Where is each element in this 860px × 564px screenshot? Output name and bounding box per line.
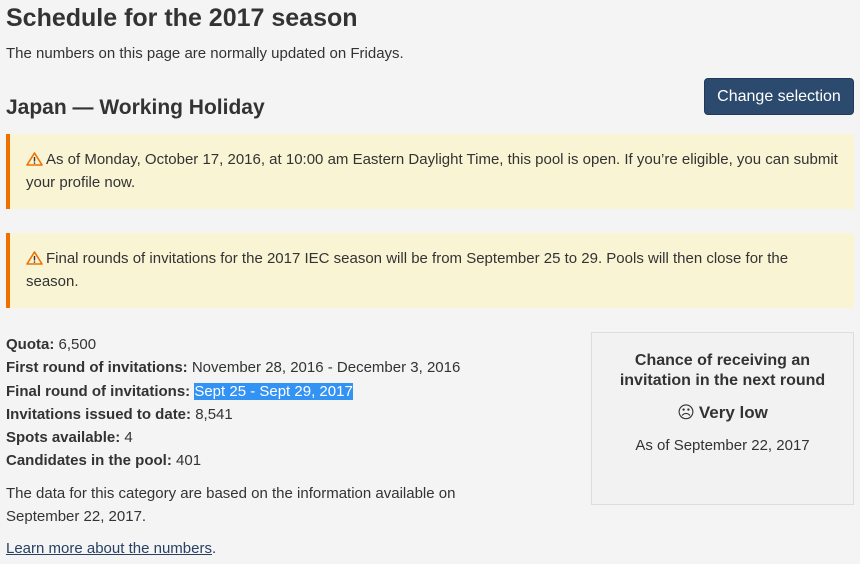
pool-facts: Quota: 6,500 First round of invitations:…: [6, 333, 460, 473]
issued-label: Invitations issued to date:: [6, 405, 192, 423]
issued-value: 8,541: [195, 405, 233, 423]
chance-as-of: As of September 22, 2017: [635, 437, 810, 454]
final-round-value: Sept 25 - Sept 29, 2017: [194, 382, 353, 400]
candidates-row: Candidates in the pool: 401: [6, 449, 460, 472]
quota-row: Quota: 6,500: [6, 333, 460, 356]
frown-face-icon: ☹: [677, 403, 695, 422]
spots-row: Spots available: 4: [6, 426, 460, 449]
pool-open-alert: As of Monday, October 17, 2016, at 10:00…: [6, 134, 854, 209]
first-round-value: November 28, 2016 - December 3, 2016: [191, 359, 461, 377]
learn-more-period: .: [211, 540, 217, 557]
learn-more-link[interactable]: Learn more about the numbers: [6, 540, 212, 557]
alert-text: Final rounds of invitations for the 2017…: [26, 250, 789, 290]
page-intro: The numbers on this page are normally up…: [6, 45, 404, 62]
section-title: Japan — Working Holiday: [6, 96, 265, 119]
invitation-chance-panel: Chance of receiving an invitation in the…: [591, 332, 854, 505]
alert-text: As of Monday, October 17, 2016, at 10:00…: [26, 151, 838, 191]
chance-value: ☹ Very low: [592, 403, 853, 423]
quota-label: Quota:: [6, 336, 55, 353]
learn-more-line: Learn more about the numbers.: [6, 540, 216, 557]
spots-value: 4: [124, 429, 133, 447]
warning-icon: [26, 152, 43, 166]
page-title: Schedule for the 2017 season: [6, 4, 358, 32]
data-note: The data for this category are based on …: [6, 485, 456, 525]
first-round-row: First round of invitations: November 28,…: [6, 356, 460, 379]
spots-label: Spots available:: [6, 429, 121, 447]
candidates-value: 401: [176, 452, 202, 470]
chance-level: Very low: [698, 403, 768, 422]
chance-title: Chance of receiving an invitation in the…: [619, 352, 826, 389]
quota-value: 6,500: [58, 336, 97, 353]
first-round-label: First round of invitations:: [6, 359, 188, 377]
change-selection-button[interactable]: Change selection: [704, 78, 854, 115]
candidates-label: Candidates in the pool:: [6, 452, 172, 470]
warning-icon: [26, 251, 43, 265]
final-round-label: Final round of invitations:: [6, 382, 191, 400]
issued-row: Invitations issued to date: 8,541: [6, 403, 460, 426]
final-round-row: Final round of invitations: Sept 25 - Se…: [6, 380, 460, 403]
final-rounds-alert: Final rounds of invitations for the 2017…: [6, 233, 854, 308]
